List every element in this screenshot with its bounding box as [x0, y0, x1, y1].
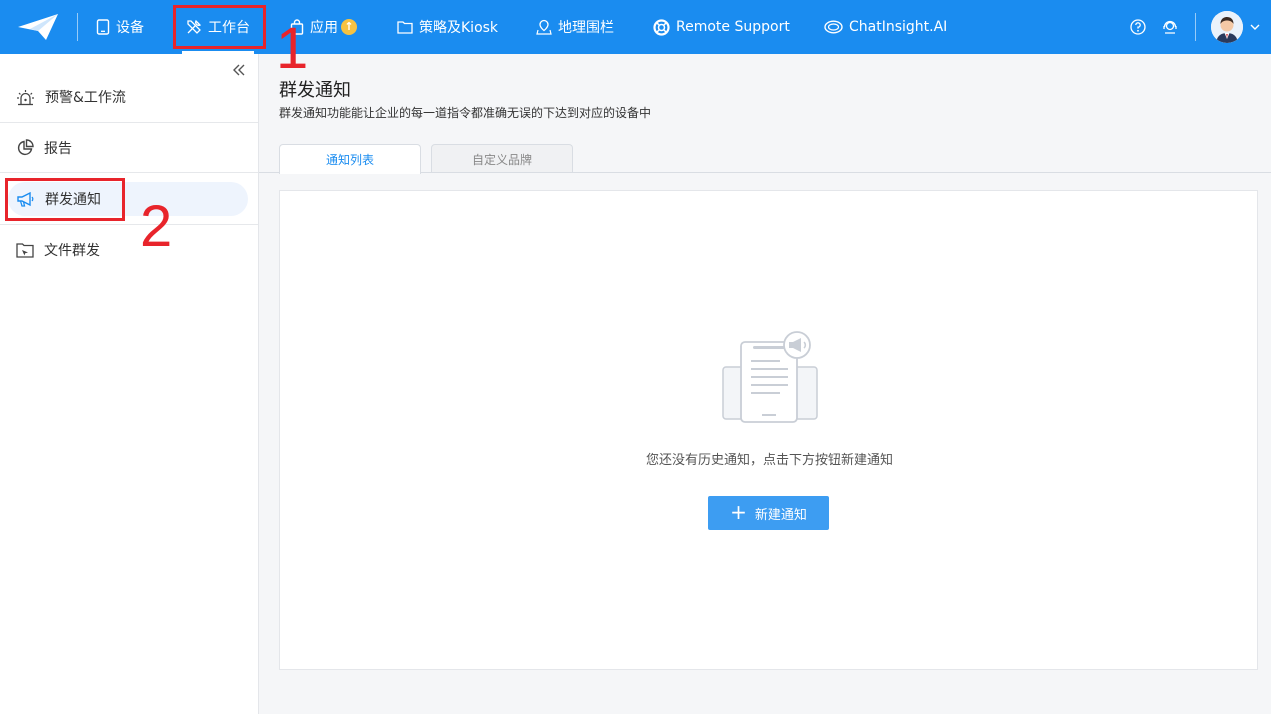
empty-state-text: 您还没有历史通知，点击下方按钮新建通知	[645, 453, 893, 468]
pie-chart-icon	[17, 139, 34, 156]
user-avatar[interactable]	[1211, 11, 1243, 43]
alarm-icon	[17, 89, 34, 105]
nav-item-policies[interactable]: 策略及Kiosk	[397, 0, 498, 54]
map-pin-icon	[536, 19, 552, 35]
page-description: 群发通知功能能让企业的每一道指令都准确无误的下达到对应的设备中	[279, 106, 652, 120]
sidebar-item-label: 报告	[44, 141, 72, 157]
new-notice-button-label: 新建通知	[754, 507, 807, 523]
tab-notice-list[interactable]: 通知列表	[279, 144, 421, 174]
chat-icon	[824, 20, 843, 34]
lifebuoy-icon	[653, 18, 670, 36]
annotation-number-2: 2	[140, 194, 173, 259]
nav-divider	[1195, 13, 1196, 41]
tab-custom-branding[interactable]: 自定义品牌	[431, 144, 573, 173]
notice-list-panel: 您还没有历史通知，点击下方按钮新建通知 + 新建通知	[279, 190, 1258, 670]
sidebar-item-file-broadcast[interactable]: 文件群发	[0, 225, 258, 275]
nav-label: 策略及Kiosk	[419, 20, 499, 36]
tablet-icon	[96, 19, 110, 35]
nav-label: ChatInsight.AI	[849, 19, 948, 35]
folder-icon	[397, 21, 413, 34]
nav-item-geofence[interactable]: 地理围栏	[536, 0, 614, 54]
logo-icon[interactable]	[16, 12, 60, 42]
sidebar-item-alerts-workflow[interactable]: 预警&工作流	[0, 72, 258, 122]
user-avatar-icon	[1211, 11, 1243, 43]
headset-icon[interactable]	[1161, 18, 1179, 36]
nav-item-devices[interactable]: 设备	[96, 0, 144, 54]
help-circle-icon[interactable]	[1129, 18, 1147, 36]
nav-item-chatinsight[interactable]: ChatInsight.AI	[824, 0, 947, 54]
highlight-box-workbench	[173, 5, 266, 49]
nav-label: 应用	[310, 20, 338, 36]
main-content: 群发通知 群发通知功能能让企业的每一道指令都准确无误的下达到对应的设备中 通知列…	[259, 54, 1271, 714]
plus-icon: +	[730, 500, 747, 524]
folder-send-icon	[16, 243, 34, 258]
nav-divider	[77, 13, 78, 41]
new-notice-button[interactable]: + 新建通知	[708, 496, 829, 530]
upgrade-badge-icon: ↑	[341, 19, 357, 35]
highlight-box-broadcast-notice	[5, 178, 125, 221]
nav-label: 地理围栏	[558, 20, 614, 36]
nav-label: 设备	[116, 20, 144, 36]
sidebar-item-reports[interactable]: 报告	[0, 123, 258, 173]
nav-item-remote-support[interactable]: Remote Support	[653, 0, 790, 54]
sidebar-divider	[0, 172, 258, 173]
sidebar-item-label: 文件群发	[44, 243, 100, 259]
chevron-down-icon[interactable]	[1250, 23, 1260, 31]
sidebar-item-label: 预警&工作流	[45, 90, 126, 106]
nav-label: Remote Support	[676, 19, 790, 35]
empty-notice-illustration-icon	[722, 331, 818, 423]
page-title: 群发通知	[279, 80, 351, 101]
